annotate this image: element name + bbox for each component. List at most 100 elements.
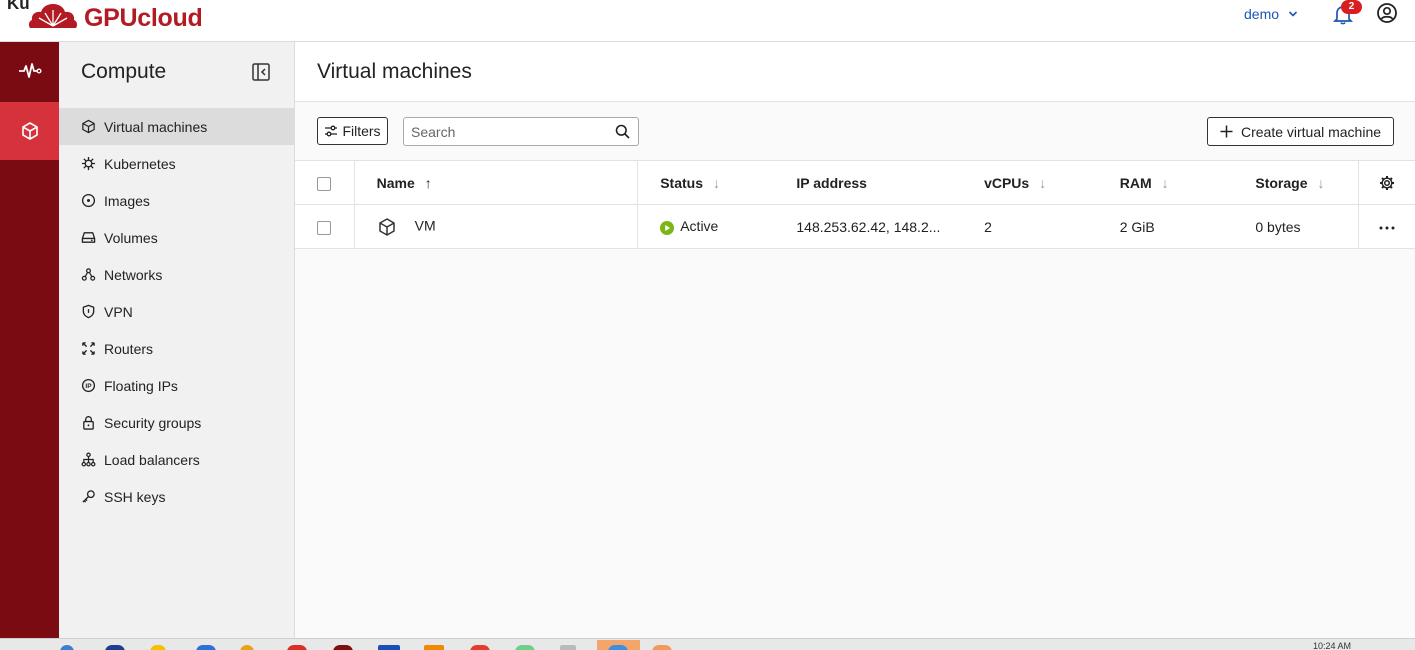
- rail-item-compute[interactable]: [0, 102, 59, 160]
- collapse-sidebar-icon[interactable]: [251, 62, 271, 82]
- sidebar-nav: Virtual machines Kubernetes Images Volum…: [59, 108, 294, 515]
- sidebar-item-images[interactable]: Images: [59, 182, 294, 219]
- taskbar-clock: 10:24 AM: [1313, 641, 1352, 650]
- disc-icon: [81, 193, 96, 208]
- sidebar-item-routers[interactable]: Routers: [59, 330, 294, 367]
- sidebar-item-label: SSH keys: [104, 488, 166, 505]
- key-icon: [82, 490, 95, 503]
- rail-item-monitoring[interactable]: [0, 42, 59, 100]
- search-input[interactable]: [404, 118, 604, 145]
- column-label: Name: [376, 174, 415, 191]
- sidebar-item-label: Networks: [104, 266, 163, 283]
- taskbar-app-icon[interactable]: [333, 645, 353, 650]
- sidebar-item-security-groups[interactable]: Security groups: [59, 404, 294, 441]
- vm-storage-cell: 0 bytes: [1233, 204, 1360, 249]
- column-header-vcpus[interactable]: vCPUs ↓: [962, 160, 1098, 205]
- gear-icon[interactable]: [1379, 175, 1395, 191]
- column-header-ip: IP address: [774, 160, 963, 205]
- arrow-down-icon: ↓: [1039, 174, 1047, 191]
- taskbar-app-icon[interactable]: [105, 645, 125, 650]
- sidebar-item-virtual-machines[interactable]: Virtual machines: [59, 108, 294, 145]
- taskbar-app-icon[interactable]: [470, 645, 490, 650]
- sidebar-item-label: VPN: [104, 303, 133, 320]
- notification-count-badge: 2: [1341, 0, 1362, 14]
- sidebar-item-label: Images: [104, 192, 150, 209]
- cube-icon: [82, 119, 95, 134]
- vm-vcpus-cell: 2: [962, 204, 1098, 249]
- pulse-icon: [18, 63, 42, 78]
- plus-icon: [1220, 125, 1233, 138]
- sidebar-item-vpn[interactable]: VPN: [59, 293, 294, 330]
- column-header-name[interactable]: Name ↑: [354, 160, 639, 205]
- taskbar-app-icon[interactable]: [560, 645, 576, 650]
- taskbar-app-icon[interactable]: [378, 645, 400, 650]
- sidebar-item-floating-ips[interactable]: IP Floating IPs: [59, 367, 294, 404]
- filters-label: Filters: [342, 123, 381, 139]
- row-checkbox[interactable]: [317, 220, 332, 235]
- taskbar-app-icon[interactable]: [287, 645, 307, 650]
- create-vm-label: Create virtual machine: [1240, 123, 1382, 140]
- taskbar-app-icon[interactable]: [150, 645, 166, 650]
- sidebar-item-label: Floating IPs: [104, 377, 178, 394]
- svg-text:IP: IP: [85, 383, 92, 390]
- sidebar-item-kubernetes[interactable]: Kubernetes: [59, 145, 294, 182]
- sidebar-item-label: Virtual machines: [104, 118, 208, 135]
- row-select-cell: [295, 204, 355, 249]
- column-settings-cell: [1358, 160, 1415, 205]
- taskbar-app-icon[interactable]: [608, 645, 628, 650]
- page-header: Virtual machines: [295, 42, 1415, 102]
- ip-icon: IP: [81, 378, 96, 393]
- taskbar-app-icon[interactable]: [240, 645, 254, 650]
- search-box: [403, 117, 639, 146]
- account-icon[interactable]: [1376, 2, 1398, 24]
- taskbar-app-icon[interactable]: [60, 645, 74, 650]
- app-rail: [0, 42, 59, 638]
- top-header: Ku GPUcloud demo 2: [0, 0, 1415, 42]
- select-all-checkbox[interactable]: [317, 176, 332, 191]
- vm-name-link[interactable]: VM: [415, 217, 436, 233]
- table-row[interactable]: VM Active 148.253.62.42, 148.2... 2 2 Gi…: [295, 204, 1415, 249]
- column-header-status[interactable]: Status ↓: [637, 160, 775, 205]
- column-label: Status: [660, 174, 704, 191]
- column-label: IP address: [796, 174, 867, 191]
- vm-ram-cell: 2 GiB: [1097, 204, 1234, 249]
- column-header-ram[interactable]: RAM ↓: [1097, 160, 1234, 205]
- toolbar: Filters Create virtual machine: [295, 102, 1415, 160]
- sidebar-item-volumes[interactable]: Volumes: [59, 219, 294, 256]
- taskbar-app-icon[interactable]: [515, 645, 535, 650]
- compute-sidebar: Compute Virtual machines Kubernetes Imag…: [59, 42, 295, 638]
- sliders-icon: [325, 125, 338, 137]
- brand-logo-icon: [28, 4, 78, 28]
- user-name: demo: [1244, 6, 1280, 22]
- sidebar-item-label: Routers: [104, 340, 154, 357]
- user-menu[interactable]: demo: [1244, 6, 1298, 22]
- create-vm-button[interactable]: Create virtual machine: [1207, 117, 1394, 146]
- sidebar-item-ssh-keys[interactable]: SSH keys: [59, 478, 294, 515]
- taskbar-app-icon[interactable]: [424, 645, 444, 650]
- arrow-down-icon: ↓: [1317, 174, 1325, 191]
- column-header-storage[interactable]: Storage ↓: [1233, 160, 1360, 205]
- play-status-icon: [660, 220, 675, 235]
- taskbar-app-icon[interactable]: [196, 645, 216, 650]
- search-icon[interactable]: [615, 124, 630, 139]
- sidebar-title: Compute: [81, 60, 167, 83]
- sidebar-item-label: Load balancers: [104, 451, 200, 468]
- os-taskbar: 10:24 AM: [0, 638, 1415, 650]
- more-horizontal-icon[interactable]: [1379, 225, 1395, 231]
- column-label: Storage: [1255, 174, 1308, 191]
- vm-table: Name ↑ Status ↓ IP address vCPUs ↓ RAM ↓ Sto…: [295, 160, 1415, 249]
- arrow-down-icon: ↓: [713, 174, 721, 191]
- vm-status-cell: Active: [637, 204, 775, 249]
- vm-status-text: Active: [680, 218, 719, 235]
- brand-name[interactable]: GPUcloud: [84, 4, 203, 33]
- helm-icon: [81, 156, 96, 171]
- filters-button[interactable]: Filters: [317, 117, 388, 145]
- select-all-cell: [295, 160, 355, 205]
- sidebar-item-label: Security groups: [104, 414, 202, 431]
- taskbar-app-icon[interactable]: [652, 645, 672, 650]
- row-actions-cell: [1358, 204, 1415, 249]
- column-label: RAM: [1119, 174, 1152, 191]
- sidebar-item-networks[interactable]: Networks: [59, 256, 294, 293]
- hierarchy-icon: [81, 452, 96, 467]
- sidebar-item-load-balancers[interactable]: Load balancers: [59, 441, 294, 478]
